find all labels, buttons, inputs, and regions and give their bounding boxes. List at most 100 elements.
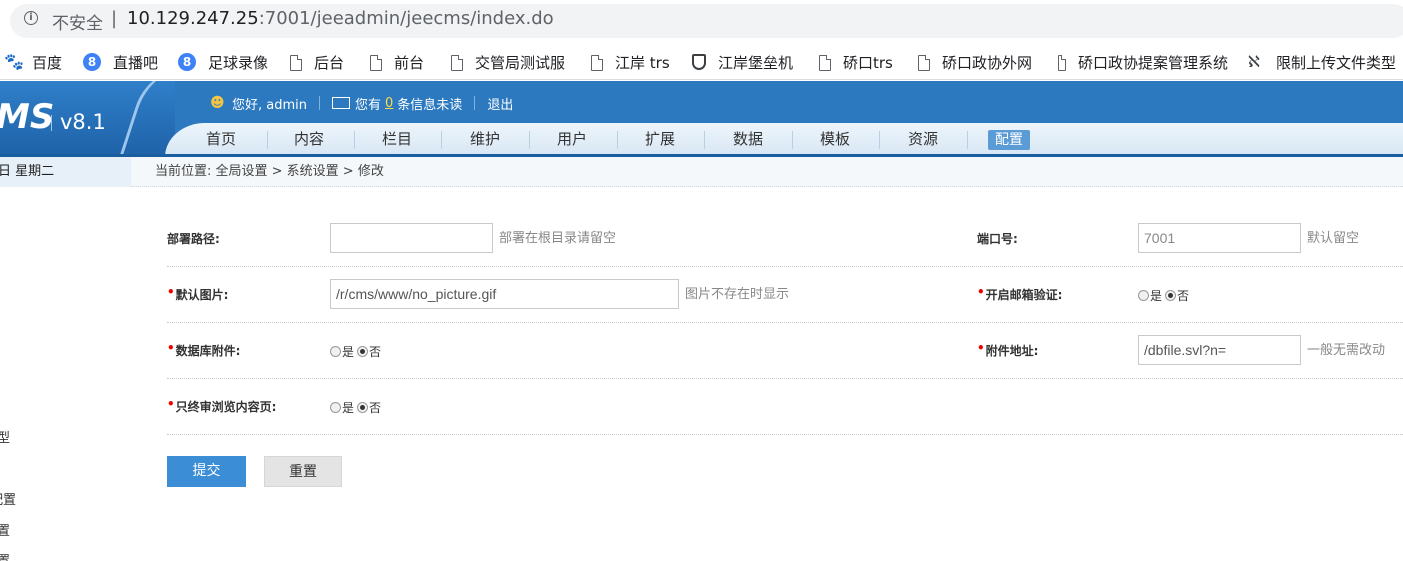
email-verify-yes-radio[interactable] [1138,289,1149,301]
attachment-url-input[interactable]: /dbfile.svl?n= [1138,335,1301,365]
final-review-radios: 是 否 [330,379,384,435]
bookmark-qiaokou-trs[interactable]: 硚口trs [819,51,893,73]
nav-config[interactable]: 配置 [973,123,1045,157]
db-attachment-yes-radio[interactable] [330,345,341,357]
nav-divider [704,131,705,149]
message-suffix: 条信息未读 [397,97,463,113]
bookmark-upload-limit[interactable]: ℵ 限制上传文件类型 [1248,51,1396,73]
page-icon [918,54,930,71]
sidebar-item[interactable]: 配置 [0,489,16,508]
bookmark-houtai[interactable]: 后台 [290,51,344,73]
nav-channel[interactable]: 栏目 [361,123,433,157]
form-row-review: •只终审浏览内容页: 是 否 [167,379,1403,435]
url-text[interactable]: 10.129.247.25:7001/jeeadmin/jeecms/index… [127,8,554,29]
default-image-label: •默认图片: [167,267,228,323]
db-attachment-label: •数据库附件: [167,323,240,379]
url-separator: | [111,8,118,29]
db-attachment-no-radio[interactable] [357,345,369,357]
nav-divider [792,131,793,149]
required-marker: • [167,341,175,355]
nav-home[interactable]: 首页 [185,123,257,157]
form-row-db: •数据库附件: 是 否 •附件地址: /dbfile.svl?n= 一般无需改动 [167,323,1403,379]
bookmark-label: 直播吧 [113,53,159,72]
baidu-paw-icon: 🐾 [4,52,24,71]
security-label: 不安全 [52,14,103,34]
bookmark-qiantai[interactable]: 前台 [370,51,424,73]
message-count-link[interactable]: 0 [385,96,393,111]
message-prefix: 您有 [355,97,382,113]
nav-user[interactable]: 用户 [536,123,608,157]
nav-content[interactable]: 内容 [273,123,345,157]
final-review-label: •只终审浏览内容页: [167,379,276,435]
nav-extend[interactable]: 扩展 [624,123,696,157]
final-review-yes-radio[interactable] [330,401,341,413]
bookmark-zhiboba[interactable]: 8 直播吧 [83,51,158,73]
user-icon: ☻ [210,95,225,111]
bookmark-label: 硚口trs [843,53,893,72]
greeting: 您好, admin [232,97,307,113]
email-verify-radios: 是 否 [1138,267,1192,323]
nav-maintain[interactable]: 维护 [449,123,521,157]
required-marker: • [167,397,175,411]
radio-label: 否 [369,344,382,359]
nav-data[interactable]: 数据 [712,123,784,157]
nav-resource[interactable]: 资源 [887,123,959,157]
final-review-label-text: 只终审浏览内容页: [175,400,277,414]
bookmark-label: 硚口政协提案管理系统 [1077,53,1228,72]
breadcrumb: 当前位置: 全局设置 > 系统设置 > 修改 [131,157,1403,187]
radio-label: 是 [1150,288,1163,303]
attachment-url-label: •附件地址: [977,323,1038,379]
required-marker: • [167,285,175,299]
radio-label: 否 [1177,288,1190,303]
reset-button[interactable]: 重置 [264,456,342,487]
nav-divider [354,131,355,149]
nav-divider [879,131,880,149]
form-row-deploy: 部署路径: 部署在根目录请留空 端口号: 7001 默认留空 [167,211,1403,267]
final-review-no-radio[interactable] [357,401,369,413]
url-host: 10.129.247.25 [127,8,259,29]
deploy-path-hint: 部署在根目录请留空 [499,231,617,246]
db-attachment-radios: 是 否 [330,323,384,379]
date-label: 日 星期二 [0,157,131,187]
sidebar-item[interactable]: 型 [0,427,10,446]
shield-icon [692,54,706,70]
required-marker: • [977,341,985,355]
email-verify-label-text: 开启邮箱验证: [985,288,1063,302]
submit-button[interactable]: 提交 [167,456,246,487]
deploy-path-input[interactable] [330,223,493,253]
nav-config-label: 配置 [988,130,1030,150]
sidebar-item[interactable]: 置 [0,520,10,539]
port-input[interactable]: 7001 [1138,223,1301,253]
bookmark-football[interactable]: 8 足球录像 [178,51,268,73]
nav-template[interactable]: 模板 [799,123,871,157]
bookmark-jiaoguanju[interactable]: 交管局测试服 [451,51,565,73]
divider [319,96,320,110]
radio-label: 是 [342,400,355,415]
bookmark-qiaokou-zhengxie[interactable]: 硚口政协外网 [918,51,1032,73]
nav-divider [529,131,530,149]
email-verify-no-radio[interactable] [1165,289,1177,301]
bookmark-baidu[interactable]: 🐾 百度 [4,51,62,73]
logo: MS [0,97,55,137]
bookmark-qiaokou-proposal[interactable]: 硚口政协提案管理系统 [1058,51,1228,73]
bookmark-jiangan-trs[interactable]: 江岸 trs [591,51,670,73]
sidebar-item[interactable]: 置 [0,550,10,561]
page-icon [451,54,463,71]
info-icon[interactable]: i [24,11,38,25]
page-icon [370,54,382,71]
radio-label: 是 [342,344,355,359]
db-attachment-label-text: 数据库附件: [175,344,241,358]
bookmark-label: 前台 [394,53,425,72]
bookmarks-bar: 🐾 百度 8 直播吧 8 足球录像 后台 前台 交管局测试服 江岸 trs 江岸堡垒机… [0,42,1403,80]
default-image-label-text: 默认图片: [175,288,229,302]
bookmark-jiangan-bastion[interactable]: 江岸堡垒机 [692,51,793,73]
attachment-url-hint: 一般无需改动 [1307,343,1386,358]
version-label: v8.1 [60,110,106,134]
bookmark-label: 后台 [314,53,345,72]
default-image-input[interactable]: /r/cms/www/no_picture.gif [330,279,679,309]
form-row-image: •默认图片: /r/cms/www/no_picture.gif 图片不存在时显… [167,267,1403,323]
page-icon [591,54,603,71]
port-label: 端口号: [977,232,1018,246]
logout-link[interactable]: 退出 [487,94,513,113]
port-hint: 默认留空 [1307,231,1360,246]
